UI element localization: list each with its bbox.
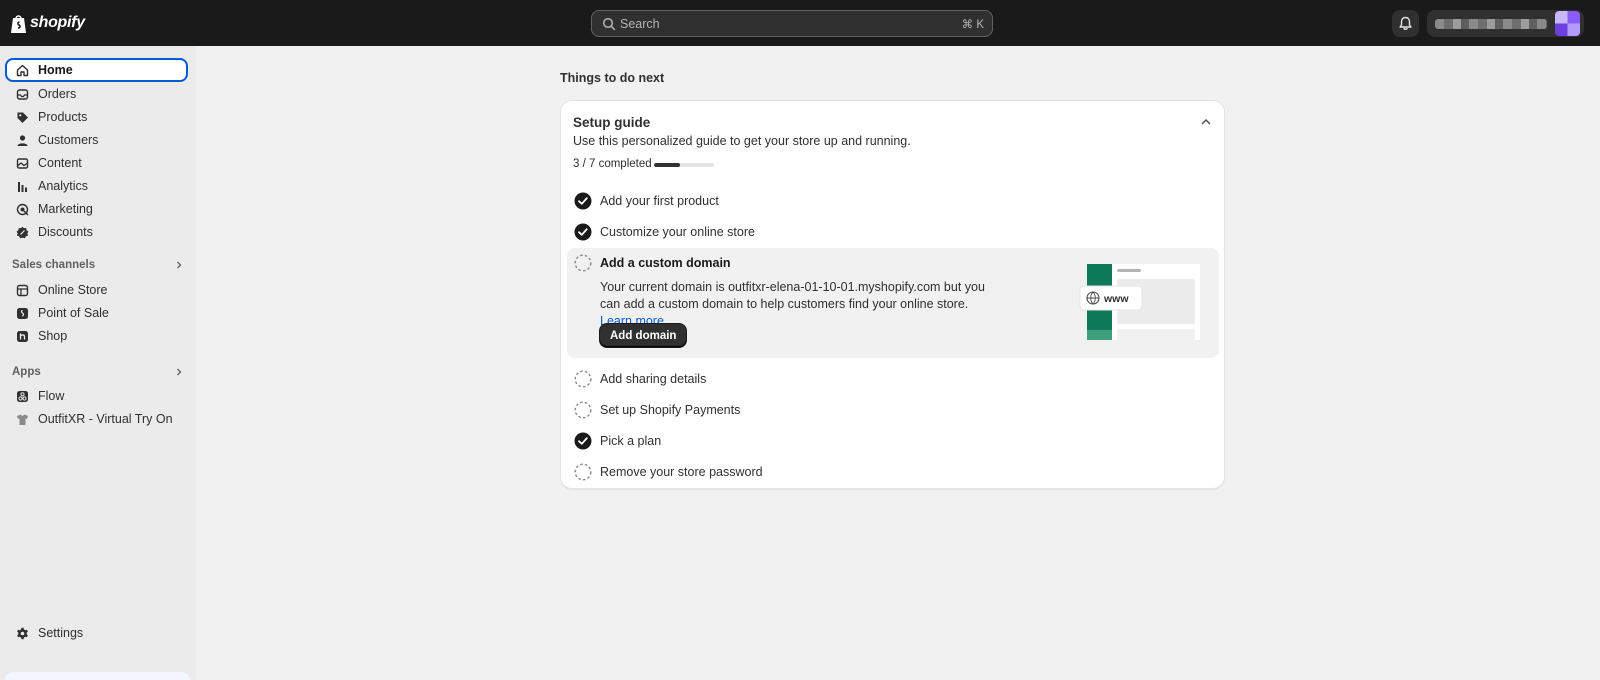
page-title: Things to do next — [560, 71, 665, 85]
sidebar-item-flow[interactable]: Flow — [5, 384, 188, 408]
task-sharing-details[interactable]: Add sharing details — [567, 364, 1219, 395]
target-icon — [15, 202, 29, 216]
progress-text: 3 / 7 completed — [573, 158, 652, 170]
sales-channels-heading: Sales channels — [12, 259, 96, 271]
sidebar-item-label: Online Store — [38, 283, 108, 297]
home-icon — [15, 63, 29, 77]
task-custom-domain[interactable]: Add a custom domain Your current domain … — [567, 248, 1219, 358]
sidebar-item-label: Discounts — [38, 225, 93, 239]
check-circle-icon — [574, 192, 592, 210]
setup-guide-card: Setup guide Use this personalized guide … — [560, 100, 1225, 489]
apps-header[interactable]: Apps — [12, 363, 184, 381]
setup-guide-title: Setup guide — [573, 115, 651, 130]
illustration-www-text: www — [1103, 293, 1129, 305]
sidebar-item-label: OutfitXR - Virtual Try On — [38, 412, 173, 426]
account-name-redacted — [1435, 19, 1547, 29]
sidebar-item-home[interactable]: Home — [5, 58, 188, 82]
sidebar: Home Orders Products Customers Content A… — [0, 46, 196, 680]
inbox-icon — [15, 87, 29, 101]
sidebar-item-label: Marketing — [38, 202, 93, 216]
store-icon — [15, 283, 29, 297]
top-bar: shopify Search ⌘ K — [0, 0, 1600, 46]
setup-guide-subtitle: Use this personalized guide to get your … — [573, 134, 911, 148]
flow-icon — [15, 389, 29, 403]
sidebar-item-label: Shop — [38, 329, 68, 343]
incomplete-circle-icon — [574, 370, 592, 388]
add-domain-button[interactable]: Add domain — [600, 324, 687, 347]
task-customize-store[interactable]: Customize your online store — [567, 217, 1219, 248]
discount-icon — [15, 225, 29, 239]
sidebar-item-customers[interactable]: Customers — [5, 128, 188, 152]
domain-description-text: Your current domain is outfitxr-elena-01… — [600, 280, 985, 311]
task-label: Add sharing details — [600, 372, 707, 386]
sidebar-item-label: Settings — [38, 626, 84, 640]
image-icon — [15, 156, 29, 170]
sidebar-item-content[interactable]: Content — [5, 151, 188, 175]
tag-icon — [15, 110, 29, 124]
sidebar-item-marketing[interactable]: Marketing — [5, 197, 188, 221]
sidebar-item-label: Flow — [38, 389, 65, 403]
task-label: Set up Shopify Payments — [600, 403, 741, 417]
check-circle-icon — [574, 432, 592, 450]
search-shortcut: ⌘ K — [961, 19, 984, 31]
sidebar-item-online-store[interactable]: Online Store — [5, 278, 188, 302]
progress-bar — [654, 163, 714, 167]
task-label: Pick a plan — [600, 434, 662, 448]
outfitxr-icon — [15, 412, 29, 426]
sidebar-item-outfitxr[interactable]: OutfitXR - Virtual Try On — [5, 407, 188, 431]
search-placeholder: Search — [620, 17, 660, 31]
sales-channels-header[interactable]: Sales channels — [12, 256, 184, 274]
sidebar-item-label: Content — [38, 156, 82, 170]
shop-icon — [15, 329, 29, 343]
sidebar-item-discounts[interactable]: Discounts — [5, 220, 188, 244]
incomplete-circle-icon — [574, 401, 592, 419]
pos-icon — [15, 306, 29, 320]
sidebar-item-label: Point of Sale — [38, 306, 109, 320]
sidebar-footer-edge — [5, 672, 190, 680]
sidebar-item-label: Home — [38, 63, 73, 77]
task-remove-password[interactable]: Remove your store password — [567, 457, 1219, 488]
shopify-logo[interactable]: shopify — [10, 12, 85, 34]
gear-icon — [15, 626, 29, 640]
bar-chart-icon — [15, 179, 29, 193]
sidebar-item-label: Customers — [38, 133, 99, 147]
sidebar-item-point-of-sale[interactable]: Point of Sale — [5, 301, 188, 325]
task-add-product[interactable]: Add your first product — [567, 186, 1219, 217]
sidebar-item-label: Analytics — [38, 179, 89, 193]
sidebar-item-analytics[interactable]: Analytics — [5, 174, 188, 198]
sidebar-item-products[interactable]: Products — [5, 105, 188, 129]
chevron-up-icon[interactable] — [1199, 115, 1213, 129]
account-menu[interactable] — [1427, 10, 1584, 37]
task-label: Add your first product — [600, 194, 719, 208]
notifications-button[interactable] — [1392, 10, 1419, 37]
task-description: Your current domain is outfitxr-elena-01… — [600, 279, 1000, 330]
sidebar-item-settings[interactable]: Settings — [5, 621, 188, 645]
sidebar-item-label: Products — [38, 110, 88, 124]
incomplete-circle-icon — [574, 254, 592, 272]
person-icon — [15, 133, 29, 147]
progress-fill — [654, 163, 680, 167]
incomplete-circle-icon — [574, 463, 592, 481]
task-label: Customize your online store — [600, 225, 755, 239]
avatar — [1555, 11, 1580, 36]
check-circle-icon — [574, 223, 592, 241]
apps-heading: Apps — [12, 366, 41, 378]
logo-text: shopify — [30, 14, 85, 31]
chevron-right-icon — [177, 368, 182, 376]
search-bar[interactable]: Search ⌘ K — [591, 10, 993, 37]
task-pick-plan[interactable]: Pick a plan — [567, 426, 1219, 457]
sidebar-item-shop[interactable]: Shop — [5, 324, 188, 348]
chevron-right-icon — [177, 261, 182, 269]
domain-illustration: www — [1079, 264, 1200, 340]
task-shopify-payments[interactable]: Set up Shopify Payments — [567, 395, 1219, 426]
task-label: Remove your store password — [600, 465, 763, 479]
shopify-bag-icon — [11, 14, 26, 33]
search-icon — [602, 17, 616, 31]
bell-icon — [1399, 16, 1412, 30]
sidebar-item-orders[interactable]: Orders — [5, 82, 188, 106]
sidebar-item-label: Orders — [38, 87, 77, 101]
task-label: Add a custom domain — [600, 256, 731, 270]
